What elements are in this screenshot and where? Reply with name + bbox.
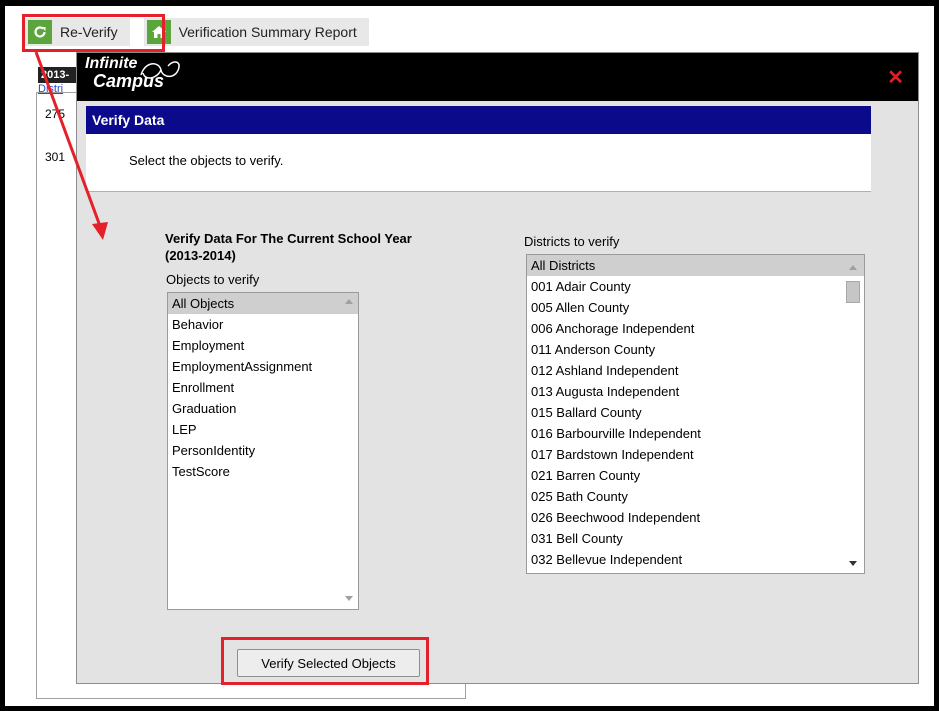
objects-to-verify-label: Objects to verify bbox=[166, 272, 260, 287]
verify-data-title-bar: Verify Data bbox=[86, 106, 871, 134]
summary-report-label: Verification Summary Report bbox=[178, 24, 357, 40]
background-district-link[interactable]: Distri bbox=[38, 83, 63, 95]
district-item[interactable]: 015 Ballard County bbox=[527, 402, 864, 423]
close-icon[interactable]: ✕ bbox=[887, 65, 904, 90]
background-value-2: 301 bbox=[45, 150, 66, 164]
district-item[interactable]: 005 Allen County bbox=[527, 297, 864, 318]
instruction-text: Select the objects to verify. bbox=[129, 153, 284, 168]
district-item[interactable]: 013 Augusta Independent bbox=[527, 381, 864, 402]
district-item[interactable]: 016 Barbourville Independent bbox=[527, 423, 864, 444]
background-value-1: 275 bbox=[45, 107, 66, 121]
scroll-up-arrow-icon[interactable] bbox=[849, 265, 857, 270]
district-item[interactable]: 025 Bath County bbox=[527, 486, 864, 507]
frame-top bbox=[0, 0, 939, 6]
object-item[interactable]: Enrollment bbox=[168, 377, 358, 398]
instruction-box: Select the objects to verify. bbox=[86, 134, 871, 192]
district-item[interactable]: 017 Bardstown Independent bbox=[527, 444, 864, 465]
object-item[interactable]: PersonIdentity bbox=[168, 440, 358, 461]
district-item[interactable]: 012 Ashland Independent bbox=[527, 360, 864, 381]
district-item[interactable]: 001 Adair County bbox=[527, 276, 864, 297]
frame-right bbox=[934, 0, 939, 711]
object-item[interactable]: Behavior bbox=[168, 314, 358, 335]
district-item[interactable]: All Districts bbox=[527, 255, 864, 276]
object-item[interactable]: Graduation bbox=[168, 398, 358, 419]
logo-swirl-icon bbox=[140, 61, 180, 79]
object-item[interactable]: All Objects bbox=[168, 293, 358, 314]
scroll-down-arrow-icon[interactable] bbox=[345, 596, 353, 601]
object-item[interactable]: LEP bbox=[168, 419, 358, 440]
verification-summary-report-button[interactable]: Verification Summary Report bbox=[143, 18, 369, 46]
frame-bottom bbox=[0, 706, 939, 711]
districts-scrollbar[interactable] bbox=[842, 255, 864, 573]
frame-left bbox=[0, 0, 5, 711]
objects-scrollbar[interactable] bbox=[340, 293, 358, 609]
object-item[interactable]: Employment bbox=[168, 335, 358, 356]
verify-data-modal: Infinite Campus ✕ Verify Data Select the… bbox=[76, 52, 919, 684]
modal-header: Infinite Campus ✕ bbox=[77, 53, 918, 101]
scroll-up-arrow-icon[interactable] bbox=[345, 299, 353, 304]
district-item[interactable]: 031 Bell County bbox=[527, 528, 864, 549]
object-item[interactable]: EmploymentAssignment bbox=[168, 356, 358, 377]
districts-to-verify-label: Districts to verify bbox=[524, 234, 620, 249]
district-item[interactable]: 032 Bellevue Independent bbox=[527, 549, 864, 570]
district-item[interactable]: 021 Barren County bbox=[527, 465, 864, 486]
scroll-down-arrow-icon[interactable] bbox=[849, 561, 857, 566]
reverify-highlight-box bbox=[22, 14, 165, 52]
verify-heading-line-2: (2013-2014) bbox=[165, 248, 236, 263]
objects-list[interactable]: All Objects Behavior Employment Employme… bbox=[167, 292, 359, 610]
verify-heading-line-1: Verify Data For The Current School Year bbox=[165, 231, 412, 246]
district-item[interactable]: 006 Anchorage Independent bbox=[527, 318, 864, 339]
scroll-thumb[interactable] bbox=[846, 281, 860, 303]
districts-list[interactable]: All Districts 001 Adair County 005 Allen… bbox=[526, 254, 865, 574]
verify-heading: Verify Data For The Current School Year … bbox=[165, 230, 412, 264]
district-item[interactable]: 011 Anderson County bbox=[527, 339, 864, 360]
district-item[interactable]: 026 Beechwood Independent bbox=[527, 507, 864, 528]
object-item[interactable]: TestScore bbox=[168, 461, 358, 482]
verify-button-highlight-box bbox=[221, 637, 429, 685]
